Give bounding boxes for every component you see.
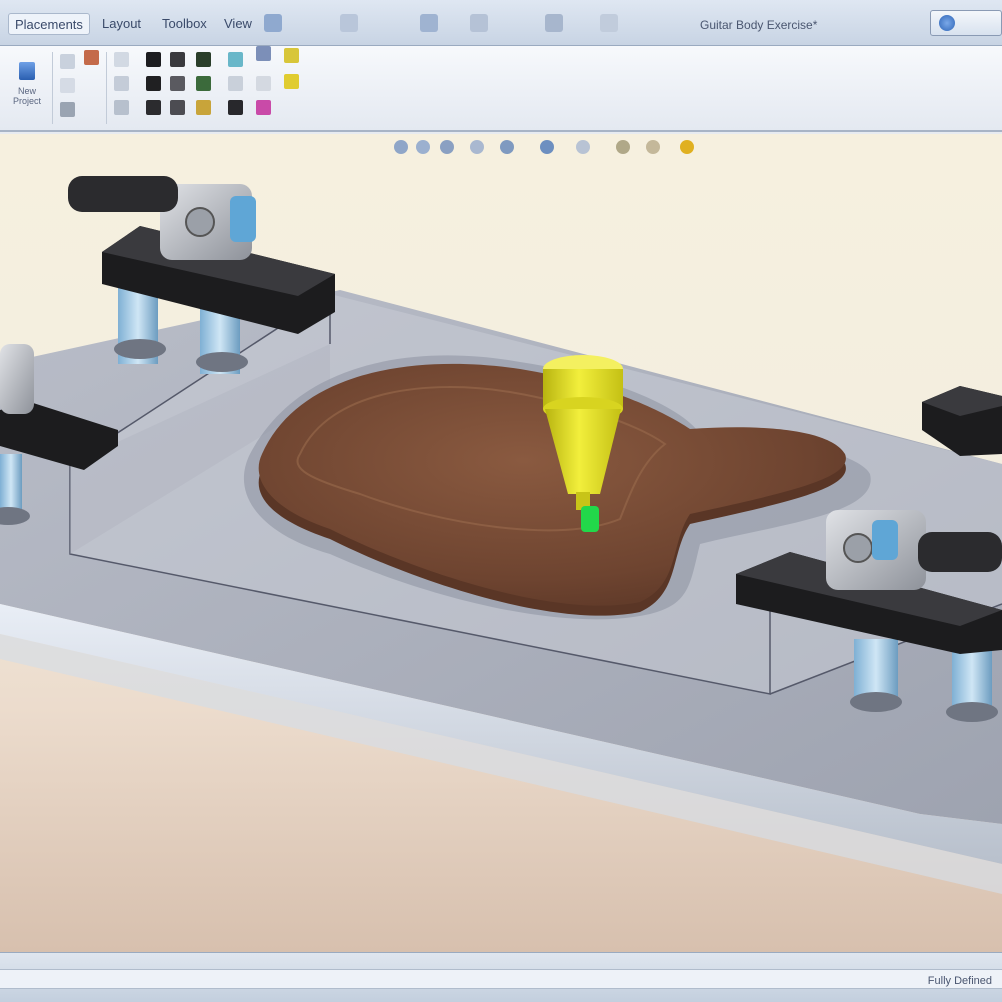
shape-icon[interactable] (228, 100, 243, 115)
new-project-button[interactable]: New Project (6, 58, 48, 116)
new-project-icon (19, 62, 35, 80)
new-project-label: New Project (12, 86, 41, 106)
fixture-block-right (922, 386, 1002, 456)
grid-icon[interactable] (114, 52, 129, 67)
measure-icon[interactable] (114, 100, 129, 115)
contour-icon[interactable] (170, 100, 185, 115)
ribbon-divider (106, 52, 107, 124)
status-bar: Fully Defined (0, 952, 1002, 1002)
paint-icon[interactable] (84, 50, 99, 65)
tool-icon[interactable] (196, 100, 211, 115)
tab-placements[interactable]: Placements (8, 13, 90, 35)
3d-viewport[interactable] (0, 134, 1002, 952)
drill-icon[interactable] (146, 100, 161, 115)
tab-layout[interactable]: Layout (96, 13, 147, 35)
save-icon[interactable] (420, 14, 438, 32)
filter-icon[interactable] (228, 76, 243, 91)
open-icon[interactable] (470, 14, 488, 32)
route-icon[interactable] (196, 76, 211, 91)
clamp-icon[interactable] (170, 52, 185, 67)
stock-icon[interactable] (196, 52, 211, 67)
help-search-box[interactable] (930, 10, 1002, 36)
machining-scene (0, 176, 1002, 894)
help-icon[interactable] (939, 15, 955, 31)
layers-icon[interactable] (256, 76, 271, 91)
redo-icon[interactable] (340, 14, 358, 32)
cut-icon[interactable] (170, 76, 185, 91)
status-text: Fully Defined (927, 975, 992, 987)
undo-icon[interactable] (264, 14, 282, 32)
print-icon[interactable] (545, 14, 563, 32)
window-title: Guitar Body Exercise* (700, 18, 818, 32)
options-icon[interactable] (600, 14, 618, 32)
part-icon[interactable] (146, 76, 161, 91)
tool-tip (581, 506, 599, 532)
ribbon-divider (52, 52, 53, 124)
select-icon[interactable] (60, 54, 75, 69)
simulate-icon[interactable] (228, 52, 243, 67)
tab-view[interactable]: View (218, 13, 258, 35)
fixture-icon[interactable] (146, 52, 161, 67)
ribbon-toolbar: New Project (0, 46, 1002, 132)
tab-toolbox[interactable]: Toolbox (156, 13, 213, 35)
highlight-icon[interactable] (284, 48, 299, 63)
gear-icon[interactable] (60, 102, 75, 117)
move-icon[interactable] (60, 78, 75, 93)
title-bar: Placements Layout Toolbox View Guitar Bo… (0, 0, 1002, 46)
probe-icon[interactable] (256, 46, 271, 61)
snap-icon[interactable] (114, 76, 129, 91)
mark-icon[interactable] (284, 74, 299, 89)
color-icon[interactable] (256, 100, 271, 115)
status-strip (0, 969, 1002, 989)
